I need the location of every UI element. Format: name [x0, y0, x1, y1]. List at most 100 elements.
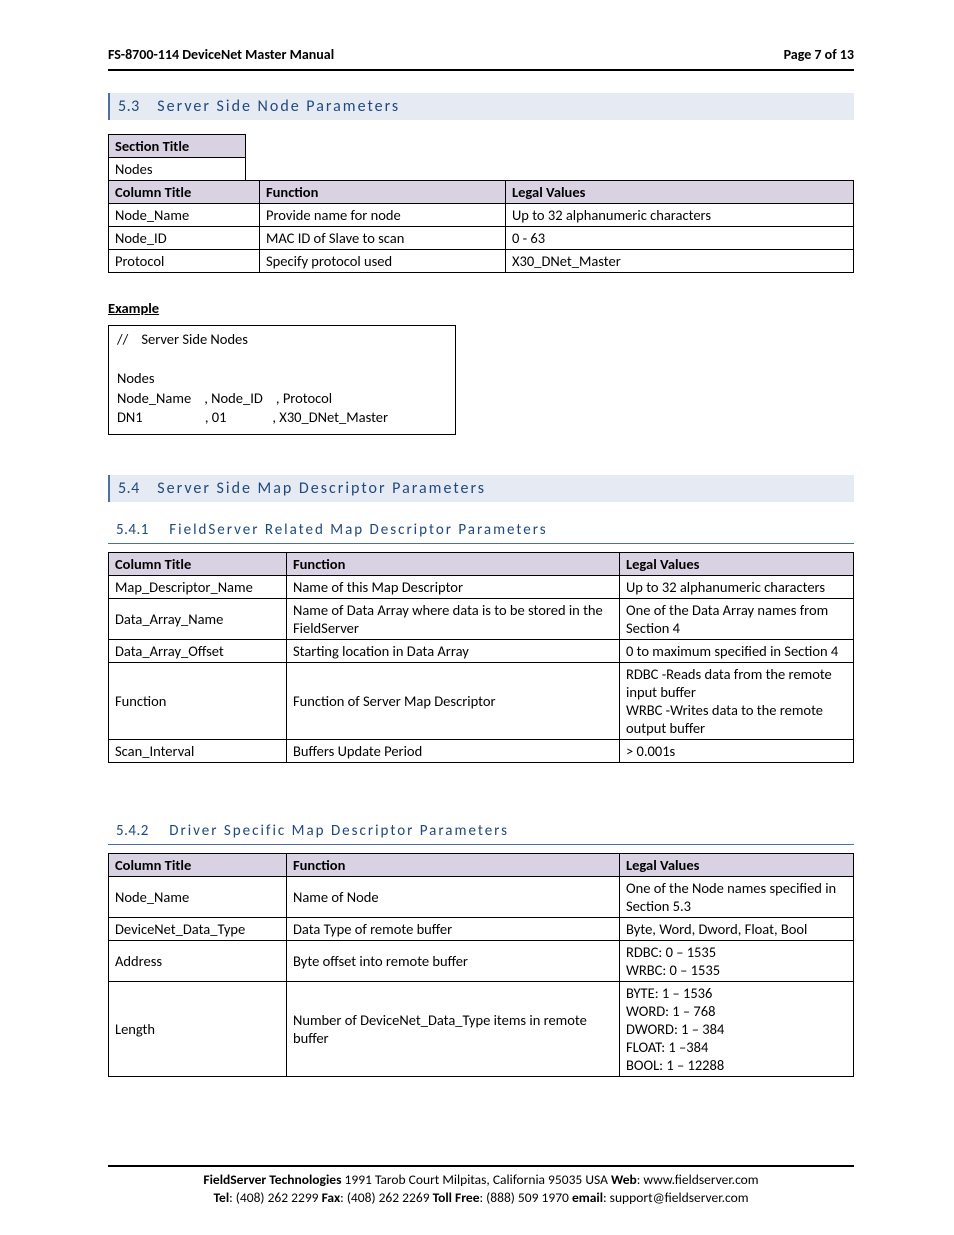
cell: Name of Node — [287, 876, 620, 917]
footer-text: : support@fieldserver.com — [603, 1189, 748, 1206]
doc-title: FS-8700-114 DeviceNet Master Manual — [108, 46, 334, 63]
cell: Map_Descriptor_Name — [109, 575, 287, 598]
cell: Function of Server Map Descriptor — [287, 662, 620, 739]
section-title-value: Nodes — [109, 158, 246, 181]
table-row: Length Number of DeviceNet_Data_Type ite… — [109, 981, 854, 1076]
section-5-4-1-heading: 5.4.1 FieldServer Related Map Descriptor… — [108, 516, 854, 544]
example-line: DN1 , 01 , X30_DNet_Master — [117, 408, 447, 428]
footer-label: Web — [611, 1171, 637, 1188]
cell: RDBC: 0 – 1535 WRBC: 0 – 1535 — [620, 940, 854, 981]
table-row: Data_Array_Name Name of Data Array where… — [109, 598, 854, 639]
page-number: Page 7 of 13 — [784, 46, 854, 63]
table-row: Node_Name Name of Node One of the Node n… — [109, 876, 854, 917]
cell: Data_Array_Name — [109, 598, 287, 639]
footer-label: Tel — [214, 1189, 230, 1206]
cell: DeviceNet_Data_Type — [109, 917, 287, 940]
page-footer: FieldServer Technologies 1991 Tarob Cour… — [108, 1165, 854, 1207]
cell: Starting location in Data Array — [287, 639, 620, 662]
section-number: 5.4 — [118, 479, 148, 498]
cell: Data Type of remote buffer — [287, 917, 620, 940]
cell: One of the Data Array names from Section… — [620, 598, 854, 639]
footer-company: FieldServer Technologies — [203, 1171, 341, 1188]
cell: Protocol — [109, 250, 260, 273]
footer-text: : (888) 509 1970 — [480, 1189, 572, 1206]
example-line — [117, 350, 447, 370]
footer-rule — [108, 1165, 854, 1167]
cell: Node_ID — [109, 227, 260, 250]
footer-label: Toll Free — [433, 1189, 480, 1206]
cell: 0 - 63 — [506, 227, 854, 250]
cell: Buffers Update Period — [287, 739, 620, 762]
section-number: 5.3 — [118, 97, 148, 116]
footer-text: 1991 Tarob Court Milpitas, California 95… — [341, 1171, 611, 1188]
header-rule — [108, 69, 854, 71]
footer-label: Fax — [322, 1189, 341, 1206]
cell: Node_Name — [109, 876, 287, 917]
col-header: Legal Values — [506, 181, 854, 204]
table-row: Node_Name Provide name for node Up to 32… — [109, 204, 854, 227]
example-line: Nodes — [117, 369, 447, 389]
section-5-4-2-heading: 5.4.2 Driver Specific Map Descriptor Par… — [108, 817, 854, 845]
section-title: Server Side Map Descriptor Parameters — [157, 479, 486, 498]
table-row: Node_ID MAC ID of Slave to scan 0 - 63 — [109, 227, 854, 250]
cell: Length — [109, 981, 287, 1076]
section-title: FieldServer Related Map Descriptor Param… — [169, 521, 547, 539]
cell: Specify protocol used — [260, 250, 506, 273]
col-header: Function — [287, 552, 620, 575]
cell: Address — [109, 940, 287, 981]
cell: Provide name for node — [260, 204, 506, 227]
footer-text: : (408) 262 2269 — [340, 1189, 432, 1206]
cell: RDBC -Reads data from the remote input b… — [620, 662, 854, 739]
page: FS-8700-114 DeviceNet Master Manual Page… — [0, 0, 954, 1235]
cell: Byte offset into remote buffer — [287, 940, 620, 981]
table-row: Protocol Specify protocol used X30_DNet_… — [109, 250, 854, 273]
section-5-4-heading: 5.4 Server Side Map Descriptor Parameter… — [108, 475, 854, 502]
col-header: Column Title — [109, 853, 287, 876]
table-row: Scan_Interval Buffers Update Period > 0.… — [109, 739, 854, 762]
col-header: Legal Values — [620, 853, 854, 876]
section-title: Server Side Node Parameters — [157, 97, 400, 116]
table-row: DeviceNet_Data_Type Data Type of remote … — [109, 917, 854, 940]
example-line: Node_Name , Node_ID , Protocol — [117, 389, 447, 409]
cell: Up to 32 alphanumeric characters — [620, 575, 854, 598]
table-row: Data_Array_Offset Starting location in D… — [109, 639, 854, 662]
footer-label: email — [572, 1189, 603, 1206]
cell: Function — [109, 662, 287, 739]
cell: > 0.001s — [620, 739, 854, 762]
section-number: 5.4.2 — [116, 822, 158, 840]
example-box: // Server Side Nodes Nodes Node_Name , N… — [108, 325, 456, 435]
section-title-table: Section Title Nodes — [108, 134, 246, 181]
table-row: Map_Descriptor_Name Name of this Map Des… — [109, 575, 854, 598]
cell: X30_DNet_Master — [506, 250, 854, 273]
cell: BYTE: 1 – 1536 WORD: 1 – 768 DWORD: 1 – … — [620, 981, 854, 1076]
cell: Node_Name — [109, 204, 260, 227]
cell: Up to 32 alphanumeric characters — [506, 204, 854, 227]
cell: Name of Data Array where data is to be s… — [287, 598, 620, 639]
node-params-table: Column Title Function Legal Values Node_… — [108, 180, 854, 273]
col-header: Column Title — [109, 552, 287, 575]
table-row: Address Byte offset into remote buffer R… — [109, 940, 854, 981]
col-header: Legal Values — [620, 552, 854, 575]
cell: Data_Array_Offset — [109, 639, 287, 662]
footer-text: : www.fieldserver.com — [637, 1171, 759, 1188]
cell: Number of DeviceNet_Data_Type items in r… — [287, 981, 620, 1076]
table-row: Function Function of Server Map Descript… — [109, 662, 854, 739]
cell: Scan_Interval — [109, 739, 287, 762]
col-header: Function — [260, 181, 506, 204]
col-header: Column Title — [109, 181, 260, 204]
footer-line-1: FieldServer Technologies 1991 Tarob Cour… — [108, 1171, 854, 1189]
col-header: Function — [287, 853, 620, 876]
cell: MAC ID of Slave to scan — [260, 227, 506, 250]
cell: One of the Node names specified in Secti… — [620, 876, 854, 917]
cell: 0 to maximum specified in Section 4 — [620, 639, 854, 662]
footer-text: : (408) 262 2299 — [229, 1189, 321, 1206]
example-line: // Server Side Nodes — [117, 330, 447, 350]
footer-line-2: Tel: (408) 262 2299 Fax: (408) 262 2269 … — [108, 1189, 854, 1207]
section-title-header: Section Title — [109, 135, 246, 158]
example-label: Example — [108, 299, 854, 317]
page-header: FS-8700-114 DeviceNet Master Manual Page… — [108, 46, 854, 67]
fieldserver-map-table: Column Title Function Legal Values Map_D… — [108, 552, 854, 763]
driver-map-table: Column Title Function Legal Values Node_… — [108, 853, 854, 1077]
section-5-3-heading: 5.3 Server Side Node Parameters — [108, 93, 854, 120]
section-number: 5.4.1 — [116, 521, 158, 539]
